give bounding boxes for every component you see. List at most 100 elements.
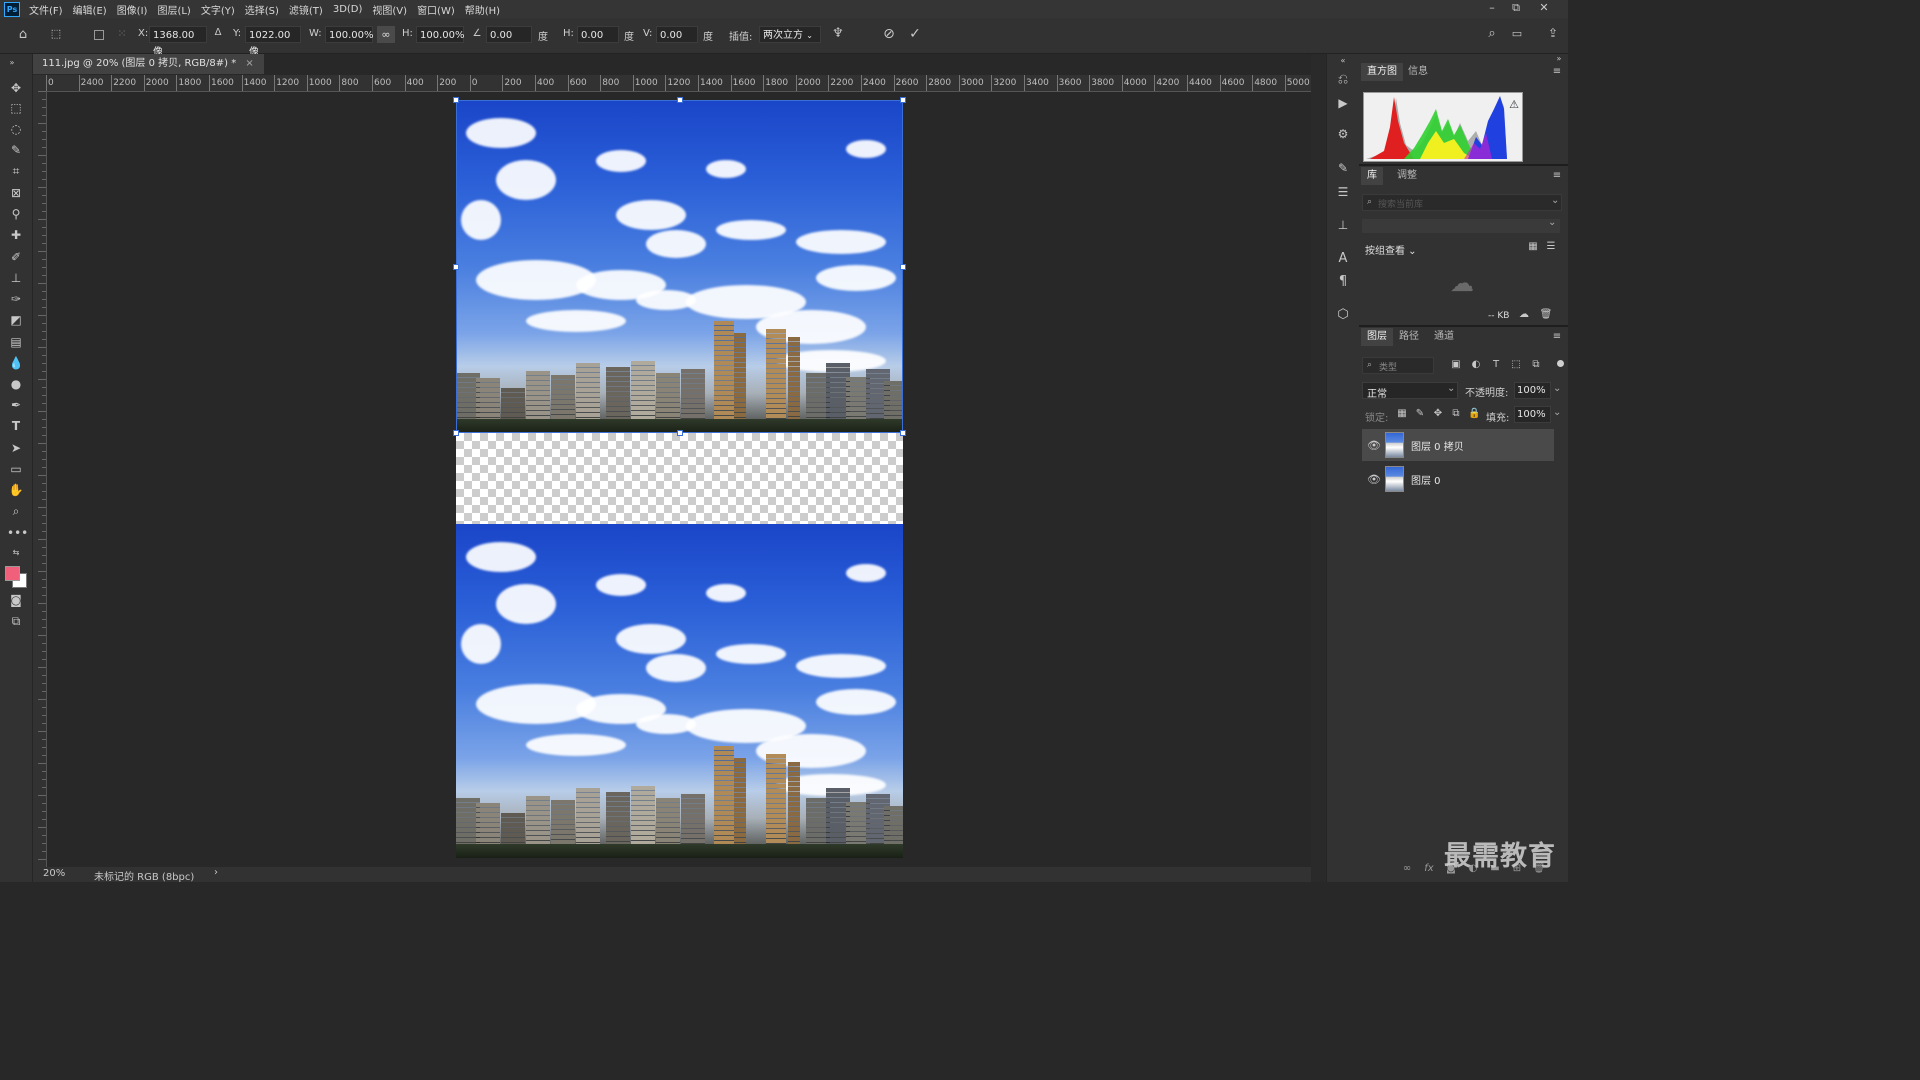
tab-histogram[interactable]: 直方图 [1361, 63, 1403, 81]
pen-tool-icon[interactable]: ✒ [7, 397, 25, 413]
status-menu-arrow[interactable]: › [214, 867, 218, 878]
chevron-down-icon[interactable]: ⌄ [1553, 383, 1561, 394]
vertical-ruler[interactable] [33, 91, 47, 867]
type-tool-icon[interactable]: T [7, 418, 25, 434]
tab-info[interactable]: 信息 [1402, 63, 1434, 81]
marquee-tool-icon[interactable]: ⬚ [7, 100, 25, 116]
brushes-panel-icon[interactable]: ✎ [1334, 161, 1352, 175]
share-icon[interactable]: ⇪ [1544, 26, 1562, 40]
foreground-color-swatch[interactable] [5, 566, 20, 581]
opacity-input[interactable]: 100% [1514, 382, 1551, 399]
transform-handle-top-left[interactable] [453, 97, 459, 103]
collapse-icon[interactable]: » [1552, 54, 1566, 63]
interpolation-select[interactable]: 两次立方 ⌄ [759, 26, 821, 43]
menu-view[interactable]: 视图(V) [367, 2, 412, 17]
collapse-icon[interactable]: » [3, 55, 21, 71]
cloud-sync-icon[interactable]: ☁ [1517, 309, 1531, 320]
filter-smart-object-icon[interactable]: ⧉ [1530, 359, 1542, 370]
filter-adjustment-icon[interactable]: ◐ [1470, 359, 1482, 370]
chevron-down-icon[interactable]: ⌄ [1553, 407, 1561, 418]
dodge-tool-icon[interactable]: ● [7, 376, 25, 392]
v-skew-input[interactable]: 0.00 [656, 26, 698, 43]
lock-all-icon[interactable]: 🔒 [1468, 408, 1480, 419]
character-panel-icon[interactable]: A [1334, 251, 1352, 266]
swap-colors-icon[interactable]: ⇆ [7, 545, 25, 561]
gradient-tool-icon[interactable]: ▤ [7, 334, 25, 350]
workspace-icon[interactable]: ▭ [1508, 27, 1526, 40]
warp-mode-icon[interactable]: ♆ [829, 26, 847, 41]
transform-handle-left[interactable] [453, 264, 459, 270]
tab-channels[interactable]: 通道 [1428, 328, 1460, 346]
collapse-icon[interactable]: « [1335, 56, 1351, 65]
document-tab[interactable]: 111.jpg @ 20% (图层 0 拷贝, RGB/8#) * × [33, 54, 264, 74]
cancel-transform-icon[interactable]: ⊘ [880, 26, 898, 42]
transform-handle-bottom-left[interactable] [453, 430, 459, 436]
layer-filter-select[interactable]: ⌕ 类型 [1362, 357, 1434, 374]
adjust-panel-icon[interactable]: ☰ [1334, 185, 1352, 199]
healing-brush-tool-icon[interactable]: ✚ [7, 227, 25, 243]
home-icon[interactable]: ⌂ [14, 27, 32, 42]
library-view-selector[interactable]: 按组查看 ⌄ [1365, 242, 1417, 257]
transform-handle-bottom[interactable] [677, 430, 683, 436]
frame-tool-icon[interactable]: ⊠ [7, 185, 25, 201]
h-skew-input[interactable]: 0.00 [577, 26, 619, 43]
brush-tool-icon[interactable]: ✐ [7, 249, 25, 265]
filter-shape-icon[interactable]: ⬚ [1510, 359, 1522, 370]
rotate-angle-input[interactable]: 0.00 [486, 26, 532, 43]
link-icon[interactable]: ∞ [377, 26, 395, 43]
warning-icon[interactable]: ⚠ [1508, 98, 1520, 111]
y-position-input[interactable]: 1022.00 像 [245, 26, 301, 58]
filter-toggle-icon[interactable] [1557, 360, 1564, 367]
3d-panel-icon[interactable]: ⬡ [1334, 307, 1352, 322]
panel-menu-icon[interactable]: ≡ [1551, 170, 1563, 181]
close-tab-icon[interactable]: × [245, 58, 253, 69]
eye-icon[interactable]: 👁 [1367, 473, 1381, 486]
library-search-input[interactable]: ⌕ 搜索当前库 ⌄ [1362, 194, 1562, 211]
width-scale-input[interactable]: 100.00% [325, 26, 374, 43]
tab-paths[interactable]: 路径 [1393, 328, 1425, 346]
filter-type-icon[interactable]: T [1490, 359, 1502, 370]
lock-pixels-icon[interactable]: ✎ [1414, 408, 1426, 419]
layer-copy-image[interactable] [456, 100, 903, 433]
zoom-tool-icon[interactable]: ⌕ [7, 503, 25, 519]
zoom-level[interactable]: 20% [43, 868, 65, 879]
transform-handle-top[interactable] [677, 97, 683, 103]
path-select-tool-icon[interactable]: ➤ [7, 440, 25, 456]
panel-menu-icon[interactable]: ≡ [1551, 331, 1563, 342]
lock-artboard-icon[interactable]: ⧉ [1450, 408, 1462, 419]
fill-input[interactable]: 100% [1514, 406, 1551, 423]
layer-image[interactable] [456, 524, 903, 858]
trash-icon[interactable]: 🗑 [1539, 309, 1553, 320]
transform-handle-bottom-right[interactable] [900, 430, 906, 436]
lock-position-icon[interactable]: ✥ [1432, 408, 1444, 419]
eraser-tool-icon[interactable]: ◩ [7, 312, 25, 328]
menu-help[interactable]: 帮助(H) [460, 2, 505, 17]
grid-view-icon[interactable]: ▦ [1527, 241, 1539, 252]
transform-tool-icon[interactable]: ⬚ [47, 27, 65, 40]
layer-row[interactable]: 👁 图层 0 [1362, 463, 1554, 495]
ruler-origin[interactable] [33, 75, 46, 91]
history-panel-icon[interactable]: ⎌ [1334, 72, 1352, 87]
rectangle-tool-icon[interactable]: ▭ [7, 461, 25, 477]
link-layers-icon[interactable]: ∞ [1400, 863, 1414, 874]
clone-source-icon[interactable]: ⊥ [1334, 218, 1352, 232]
paragraph-panel-icon[interactable]: ¶ [1334, 274, 1352, 289]
search-icon[interactable]: ⌕ [1483, 26, 1501, 41]
menu-type[interactable]: 文字(Y) [196, 2, 240, 17]
tab-layers[interactable]: 图层 [1361, 328, 1393, 346]
properties-panel-icon[interactable]: ⚙ [1334, 127, 1352, 141]
clone-stamp-tool-icon[interactable]: ⊥ [7, 270, 25, 286]
tab-libraries[interactable]: 库 [1361, 167, 1383, 185]
list-view-icon[interactable]: ☰ [1545, 241, 1557, 252]
lasso-tool-icon[interactable]: ◌ [7, 121, 25, 137]
crop-tool-icon[interactable]: ⌗ [7, 163, 25, 179]
layer-row[interactable]: 👁 图层 0 拷贝 [1362, 429, 1554, 461]
menu-filter[interactable]: 滤镜(T) [284, 2, 328, 17]
move-tool-icon[interactable]: ✥ [7, 80, 25, 96]
horizontal-ruler[interactable]: 0 2400 2200 2000 1800 1600 1400 1200 1000 800 600 4… [46, 75, 1311, 92]
transform-handle-top-right[interactable] [900, 97, 906, 103]
menu-select[interactable]: 选择(S) [240, 2, 284, 17]
reference-point-grid-icon[interactable]: ⁙ [114, 27, 130, 40]
x-position-input[interactable]: 1368.00 像 [149, 26, 207, 58]
menu-edit[interactable]: 编辑(E) [68, 2, 112, 17]
